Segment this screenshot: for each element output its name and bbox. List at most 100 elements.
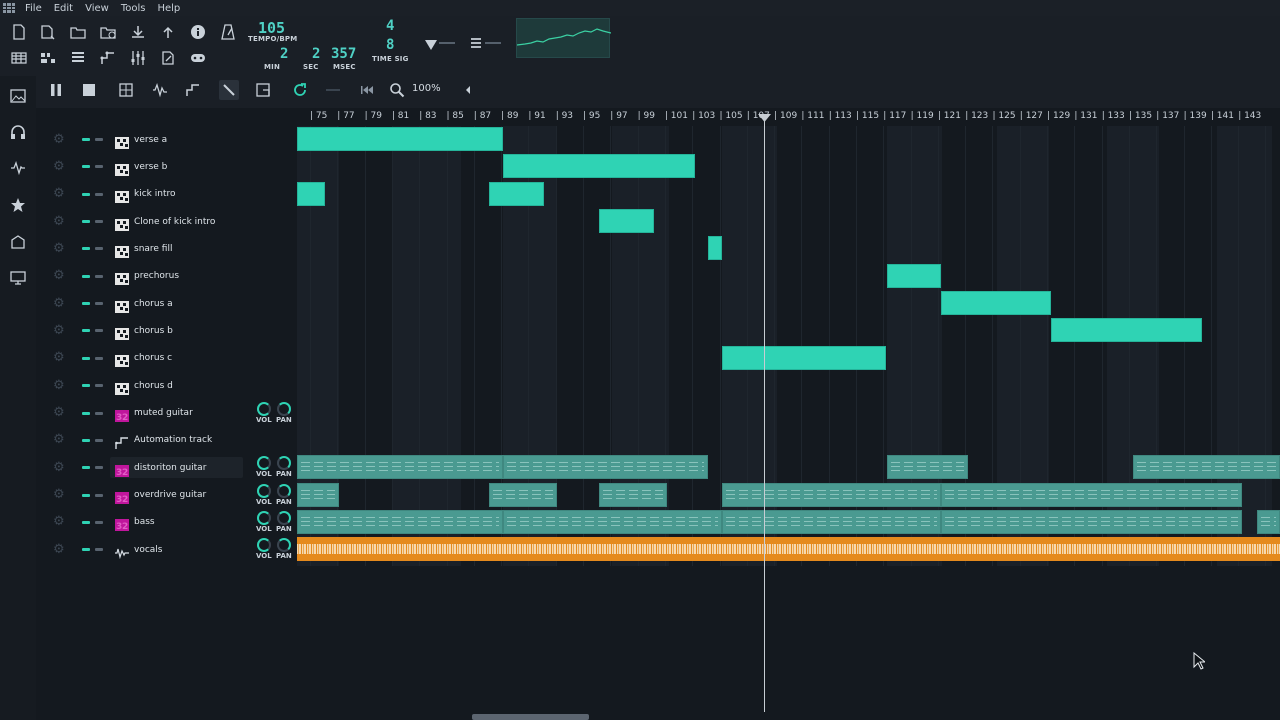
timesig-denominator[interactable]: 8 — [386, 37, 394, 53]
timeline-ruler[interactable]: | 75 | 77 | 79 | 81 | 83 | 85 | 87 | 89 | 91 | 93… — [297, 108, 1280, 126]
mute-toggle[interactable] — [82, 302, 90, 306]
gear-icon[interactable]: ⚙ — [53, 406, 67, 420]
stop-icon[interactable] — [79, 80, 99, 100]
midi-clip[interactable] — [887, 455, 968, 480]
gear-icon[interactable]: ⚙ — [53, 488, 67, 502]
song-editor-grid[interactable] — [297, 126, 1280, 566]
mute-toggle[interactable] — [82, 411, 90, 415]
track-row[interactable]: ⚙ snare fill — [40, 235, 297, 262]
pattern-clip[interactable] — [722, 345, 886, 370]
playhead-line[interactable] — [764, 116, 765, 712]
pan-knob[interactable] — [277, 456, 291, 471]
volume-knob[interactable] — [257, 538, 271, 553]
midi-clip[interactable] — [1133, 455, 1280, 480]
menu-file[interactable]: File — [19, 3, 48, 14]
track-row[interactable]: ⚙ chorus c — [40, 345, 297, 372]
pattern-clip[interactable] — [887, 263, 941, 288]
track-name[interactable]: muted guitar — [134, 408, 193, 418]
pattern-clip[interactable] — [297, 181, 325, 206]
draw-mode-icon[interactable] — [219, 80, 239, 100]
gear-icon[interactable]: ⚙ — [53, 187, 67, 201]
track-row[interactable]: ⚙ 3 2 overdrive guitar VOL PAN — [40, 482, 297, 509]
solo-toggle[interactable] — [95, 302, 103, 306]
track-name[interactable]: kick intro — [134, 189, 175, 199]
zoom-dropdown-icon[interactable] — [458, 80, 478, 100]
mute-toggle[interactable] — [82, 192, 90, 196]
track-name[interactable]: chorus d — [134, 381, 173, 391]
gear-icon[interactable]: ⚙ — [53, 296, 67, 311]
solo-toggle[interactable] — [95, 247, 103, 251]
menu-help[interactable]: Help — [151, 3, 186, 14]
solo-toggle[interactable] — [95, 192, 103, 196]
mute-toggle[interactable] — [82, 165, 90, 169]
track-row[interactable]: ⚙ verse a — [40, 126, 297, 153]
solo-toggle[interactable] — [95, 520, 103, 524]
solo-toggle[interactable] — [95, 548, 103, 552]
gear-icon[interactable]: ⚙ — [53, 351, 67, 365]
midi-clip[interactable] — [722, 509, 941, 534]
track-row[interactable]: ⚙ kick intro — [40, 181, 297, 208]
midi-clip[interactable] — [503, 509, 722, 534]
pan-knob[interactable] — [277, 510, 291, 525]
midi-clip[interactable] — [489, 482, 557, 507]
track-name[interactable]: snare fill — [134, 244, 172, 254]
mute-toggle[interactable] — [82, 220, 90, 224]
pattern-clip[interactable] — [708, 236, 722, 261]
automation-editor-icon[interactable] — [98, 48, 118, 68]
solo-toggle[interactable] — [95, 411, 103, 415]
zoom-icon[interactable] — [387, 80, 407, 100]
new-from-template-icon[interactable] — [38, 22, 58, 42]
menu-tools[interactable]: Tools — [115, 3, 152, 14]
open-project-icon[interactable] — [68, 22, 88, 42]
solo-toggle[interactable] — [95, 356, 103, 360]
track-row[interactable]: ⚙ prechorus — [40, 263, 297, 290]
metronome-icon[interactable] — [218, 22, 238, 42]
gear-icon[interactable]: ⚙ — [53, 433, 67, 447]
track-name[interactable]: prechorus — [134, 271, 179, 281]
solo-toggle[interactable] — [95, 438, 103, 442]
info-icon[interactable] — [188, 22, 208, 42]
midi-clip[interactable] — [1257, 509, 1280, 534]
gear-icon[interactable]: ⚙ — [53, 515, 67, 529]
solo-toggle[interactable] — [95, 466, 103, 470]
recent-projects-icon[interactable] — [98, 22, 118, 42]
menu-view[interactable]: View — [79, 3, 115, 14]
track-name[interactable]: verse a — [134, 135, 167, 145]
loop-icon[interactable] — [290, 80, 310, 100]
new-project-icon[interactable] — [9, 22, 29, 42]
mute-toggle[interactable] — [82, 493, 90, 497]
midi-clip[interactable] — [722, 482, 941, 507]
track-name[interactable]: distoriton guitar — [134, 463, 206, 473]
pattern-clip[interactable] — [503, 154, 695, 179]
solo-toggle[interactable] — [95, 384, 103, 388]
controller-rack-icon[interactable] — [188, 48, 208, 68]
piano-roll-icon[interactable] — [68, 48, 88, 68]
gear-icon[interactable]: ⚙ — [53, 378, 67, 393]
app-menu-icon[interactable] — [3, 3, 15, 13]
add-sample-track-icon[interactable] — [150, 80, 170, 100]
mute-toggle[interactable] — [82, 329, 90, 333]
mute-toggle[interactable] — [82, 548, 90, 552]
save-project-icon[interactable] — [128, 22, 148, 42]
track-name[interactable]: bass — [134, 517, 155, 527]
horizontal-scrollbar[interactable] — [472, 714, 589, 720]
track-name[interactable]: vocals — [134, 545, 163, 555]
track-row[interactable]: ⚙ chorus d — [40, 372, 297, 399]
add-automation-track-icon[interactable] — [183, 80, 203, 100]
menu-edit[interactable]: Edit — [48, 3, 79, 14]
master-pitch-icon[interactable] — [466, 34, 486, 54]
midi-clip[interactable] — [297, 509, 503, 534]
edit-mode-icon[interactable] — [253, 80, 273, 100]
gear-icon[interactable]: ⚙ — [53, 460, 67, 475]
gear-icon[interactable]: ⚙ — [53, 241, 67, 256]
track-row[interactable]: ⚙ chorus b — [40, 317, 297, 344]
track-name[interactable]: Clone of kick intro — [134, 217, 215, 227]
track-row[interactable]: ⚙ 3 2 muted guitar VOL PAN — [40, 400, 297, 427]
pattern-editor-icon[interactable] — [38, 48, 58, 68]
pan-knob[interactable] — [277, 401, 291, 416]
track-row[interactable]: ⚙ verse b — [40, 153, 297, 180]
pattern-clip[interactable] — [489, 181, 544, 206]
pan-knob[interactable] — [277, 538, 291, 553]
midi-clip[interactable] — [297, 482, 339, 507]
zoom-value[interactable]: 100% — [412, 83, 441, 94]
